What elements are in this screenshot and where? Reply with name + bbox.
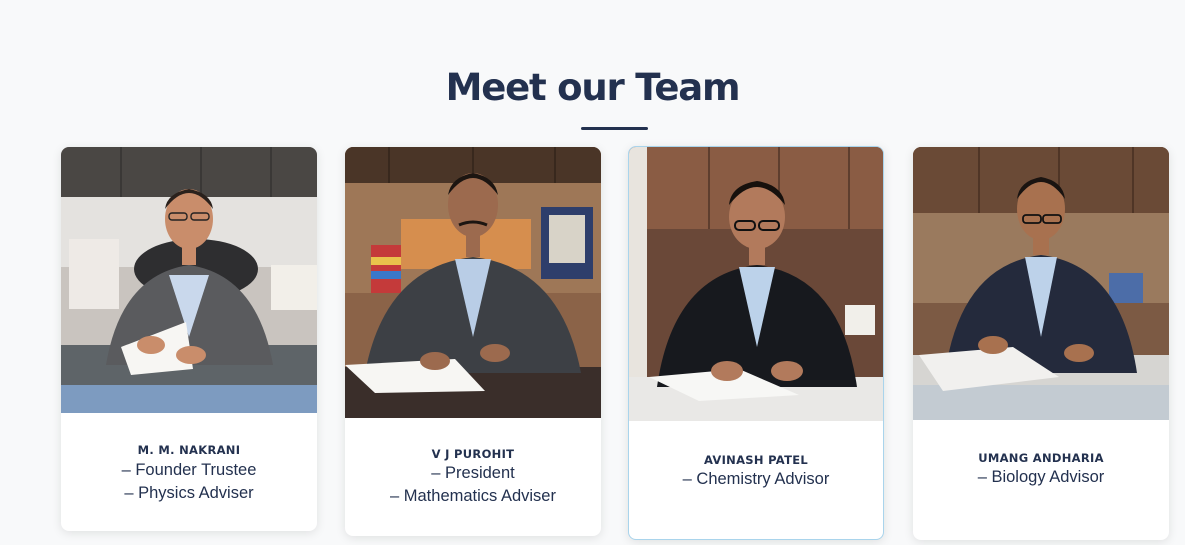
member-name: AVINASH PATEL <box>703 453 809 467</box>
team-card-andharia[interactable]: UMANG ANDHARIA – Biology Advisor <box>913 147 1169 540</box>
title-underline <box>581 127 648 130</box>
member-photo <box>629 147 883 421</box>
member-role: – Mathematics Adviser <box>390 487 556 505</box>
member-role: – Biology Advisor <box>977 468 1105 486</box>
member-name: V J PUROHIT <box>431 447 515 461</box>
member-name: UMANG ANDHARIA <box>978 451 1104 465</box>
member-photo <box>61 147 317 413</box>
member-role: – Physics Adviser <box>124 484 254 502</box>
member-photo <box>913 147 1169 420</box>
member-role: – Chemistry Advisor <box>682 470 830 488</box>
team-card-nakrani[interactable]: M. M. NAKRANI – Founder Trustee – Physic… <box>61 147 317 531</box>
member-photo <box>345 147 601 418</box>
member-role: – President <box>431 464 515 482</box>
team-card-patel[interactable]: AVINASH PATEL – Chemistry Advisor <box>628 146 884 540</box>
section-title: Meet our Team <box>445 66 741 109</box>
team-card-purohit[interactable]: V J PUROHIT – President – Mathematics Ad… <box>345 147 601 536</box>
member-role: – Founder Trustee <box>121 461 257 479</box>
member-name: M. M. NAKRANI <box>137 443 241 457</box>
